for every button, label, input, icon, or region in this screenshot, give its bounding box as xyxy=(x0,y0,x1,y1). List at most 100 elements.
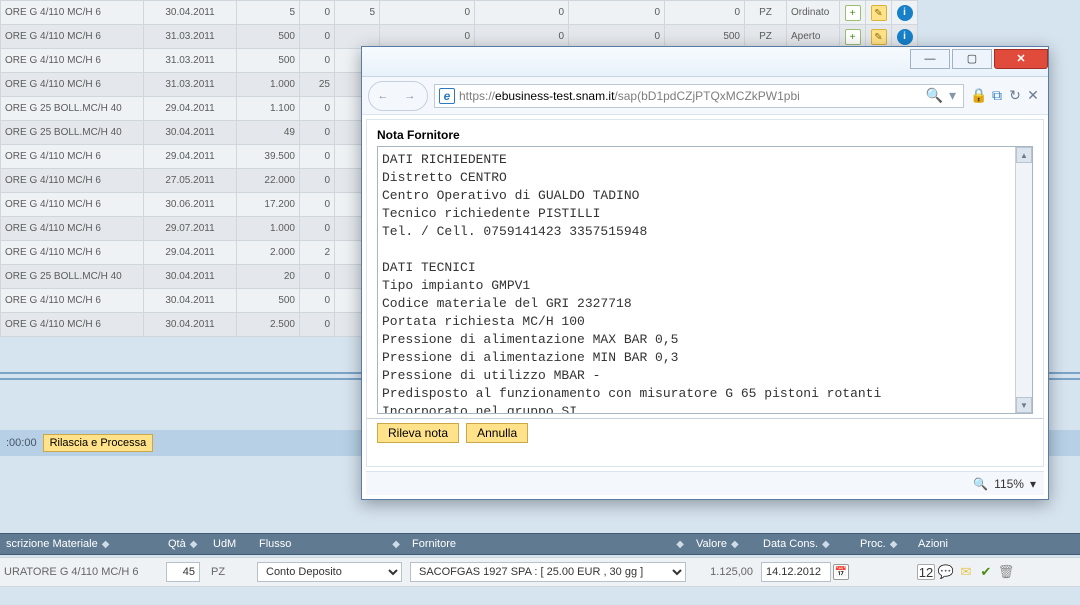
cell-n2: 2 xyxy=(300,241,335,265)
col-datacons-header[interactable]: Data Cons.◆ xyxy=(757,533,854,555)
cell-pz: PZ xyxy=(745,1,787,25)
sort-icon[interactable]: ◆ xyxy=(102,539,110,550)
nav-forward-button[interactable]: → xyxy=(398,84,422,108)
refresh-icon[interactable]: ↻ xyxy=(1006,87,1024,104)
cell-desc: ORE G 4/110 MC/H 6 xyxy=(1,1,144,25)
cell-date: 27.05.2011 xyxy=(144,169,237,193)
address-bar[interactable]: e https://ebusiness-test.snam.it/sap(bD1… xyxy=(434,84,964,108)
table-row[interactable]: ORE G 4/110 MC/H 630.04.20115050000PZOrd… xyxy=(1,1,918,25)
cell-n1: 1.100 xyxy=(237,97,300,121)
col-qty-header[interactable]: Qtà◆ xyxy=(162,533,207,555)
cell-n2: 0 xyxy=(300,193,335,217)
row-actions: 12 💬 ✉ ✔ 🗑 xyxy=(912,564,1080,580)
nota-textarea: DATI RICHIEDENTE Distretto CENTRO Centro… xyxy=(377,146,1033,414)
annulla-button[interactable]: Annulla xyxy=(466,423,528,443)
cell-desc: ORE G 4/110 MC/H 6 xyxy=(1,145,144,169)
cell-n5: 0 xyxy=(475,25,569,49)
add-icon[interactable]: + xyxy=(845,29,861,45)
url-text: https://ebusiness-test.snam.it/sap(bD1pd… xyxy=(459,89,923,103)
note-icon[interactable]: ✎ xyxy=(871,29,887,45)
cell-desc: ORE G 4/110 MC/H 6 xyxy=(1,241,144,265)
udm-value: PZ xyxy=(207,566,253,578)
cell-n7: 500 xyxy=(665,25,745,49)
ie-logo-icon: e xyxy=(439,88,455,104)
cell-desc: ORE G 25 BOLL.MC/H 40 xyxy=(1,121,144,145)
cell-date: 30.06.2011 xyxy=(144,193,237,217)
vertical-scrollbar[interactable]: ▲ ▼ xyxy=(1015,147,1032,413)
stop-icon[interactable]: ✕ xyxy=(1024,87,1042,104)
table-row[interactable]: ORE G 4/110 MC/H 631.03.20115000000500PZ… xyxy=(1,25,918,49)
cell-n1: 500 xyxy=(237,49,300,73)
popup-body: Nota Fornitore DATI RICHIEDENTE Distrett… xyxy=(366,119,1044,467)
cell-date: 29.04.2011 xyxy=(144,97,237,121)
cell-n6: 0 xyxy=(569,1,665,25)
window-titlebar[interactable]: — ▢ ✕ xyxy=(362,47,1048,77)
cell-date: 30.04.2011 xyxy=(144,265,237,289)
cell-n4: 0 xyxy=(380,25,475,49)
cell-n1: 500 xyxy=(237,25,300,49)
zoom-icon[interactable]: 🔍 xyxy=(973,477,988,491)
zoom-dropdown-icon[interactable]: ▾ xyxy=(1030,477,1036,491)
cell-status: Ordinato xyxy=(787,1,840,25)
cell-n1: 5 xyxy=(237,1,300,25)
cell-n2: 0 xyxy=(300,169,335,193)
flusso-select[interactable]: Conto Deposito xyxy=(257,562,402,582)
dropdown-icon[interactable]: ▾ xyxy=(949,87,956,104)
cell-n3 xyxy=(335,25,380,49)
col-desc-header[interactable]: scrizione Materiale◆ xyxy=(0,533,162,555)
date-input[interactable] xyxy=(761,562,831,582)
cell-date: 29.04.2011 xyxy=(144,241,237,265)
lock-icon: 🔒 xyxy=(970,87,988,104)
compat-icon[interactable]: ⧉ xyxy=(988,87,1006,104)
maximize-button[interactable]: ▢ xyxy=(952,49,992,69)
scroll-up-icon[interactable]: ▲ xyxy=(1016,147,1032,163)
cell-desc: ORE G 4/110 MC/H 6 xyxy=(1,217,144,241)
note-icon[interactable]: ✎ xyxy=(871,5,887,21)
browser-popup: — ▢ ✕ ← → e https://ebusiness-test.snam.… xyxy=(361,46,1049,500)
minimize-button[interactable]: — xyxy=(910,49,950,69)
calendar-icon[interactable]: 📅 xyxy=(833,564,849,580)
cell-desc: ORE G 4/110 MC/H 6 xyxy=(1,193,144,217)
zoom-label: 115% xyxy=(994,477,1024,491)
cell-n1: 1.000 xyxy=(237,73,300,97)
add-icon[interactable]: + xyxy=(845,5,861,21)
delete-icon[interactable]: 🗑 xyxy=(997,564,1015,580)
cell-date: 30.04.2011 xyxy=(144,289,237,313)
col-azioni-header: Azioni xyxy=(912,533,1080,555)
cell-n1: 17.200 xyxy=(237,193,300,217)
info-icon[interactable]: i xyxy=(897,29,913,45)
col-flusso-header[interactable]: Flusso◆ xyxy=(253,533,406,555)
rileva-nota-button[interactable]: Rileva nota xyxy=(377,423,459,443)
col-valore-header[interactable]: Valore◆ xyxy=(690,533,757,555)
cell-desc: ORE G 4/110 MC/H 6 xyxy=(1,49,144,73)
cell-n1: 1.000 xyxy=(237,217,300,241)
info-icon[interactable]: i xyxy=(897,5,913,21)
schedule-icon[interactable]: 12 xyxy=(917,564,935,580)
mail-icon[interactable]: ✉ xyxy=(957,564,975,580)
qty-input[interactable] xyxy=(166,562,200,582)
cell-n2: 0 xyxy=(300,289,335,313)
cell-date: 31.03.2011 xyxy=(144,73,237,97)
col-fornitore-header[interactable]: Fornitore◆ xyxy=(406,533,690,555)
cell-n4: 0 xyxy=(380,1,475,25)
col-proc-header[interactable]: Proc.◆ xyxy=(854,533,912,555)
cell-desc: ORE G 4/110 MC/H 6 xyxy=(1,313,144,337)
comment-icon[interactable]: 💬 xyxy=(937,564,955,580)
nota-text[interactable]: DATI RICHIEDENTE Distretto CENTRO Centro… xyxy=(378,147,1032,413)
close-button[interactable]: ✕ xyxy=(994,49,1048,69)
scroll-down-icon[interactable]: ▼ xyxy=(1016,397,1032,413)
confirm-icon[interactable]: ✔ xyxy=(977,564,995,580)
cell-n2: 25 xyxy=(300,73,335,97)
cell-n2: 0 xyxy=(300,1,335,25)
cell-date: 31.03.2011 xyxy=(144,49,237,73)
cell-n2: 0 xyxy=(300,97,335,121)
cell-n2: 0 xyxy=(300,49,335,73)
release-process-button[interactable]: Rilascia e Processa xyxy=(43,434,154,452)
cell-n2: 0 xyxy=(300,145,335,169)
cell-n2: 0 xyxy=(300,217,335,241)
nav-back-button[interactable]: ← xyxy=(371,84,395,108)
cell-n3: 5 xyxy=(335,1,380,25)
search-icon[interactable]: 🔍 xyxy=(926,87,943,104)
col-udm-header[interactable]: UdM xyxy=(207,533,253,555)
fornitore-select[interactable]: SACOFGAS 1927 SPA : [ 25.00 EUR , 30 gg … xyxy=(410,562,686,582)
